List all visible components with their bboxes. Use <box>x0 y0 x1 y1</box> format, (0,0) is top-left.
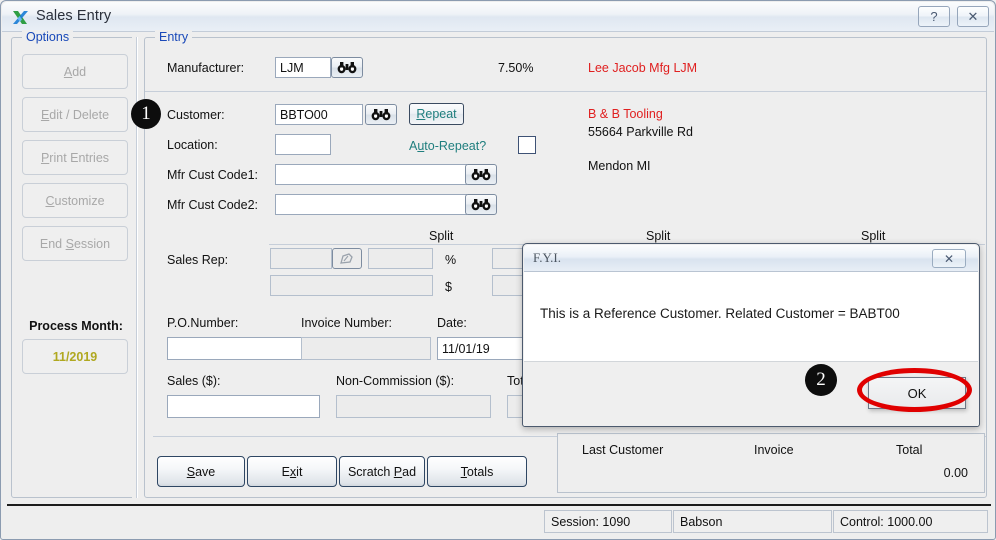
total-column-header: Total <box>896 443 923 457</box>
window-titlebar: Sales Entry ? ✕ <box>2 2 994 32</box>
scratch-pad-button-label: Scratch Pad <box>347 464 417 479</box>
po-number-label: P.O.Number: <box>167 316 239 330</box>
screenshot-root: Sales Entry ? ✕ Options Add Edit / Delet… <box>0 0 996 540</box>
auto-repeat-label: Auto-Repeat? <box>409 139 487 153</box>
customer-name: B & B Tooling <box>588 107 663 121</box>
sales-rep-1-split-amt-input[interactable] <box>270 275 433 296</box>
status-control: Control: 1000.00 <box>833 510 988 533</box>
status-user: Babson <box>673 510 832 533</box>
totals-button-label: Totals <box>460 464 494 479</box>
help-button[interactable]: ? <box>918 6 950 27</box>
po-number-input[interactable] <box>167 337 320 360</box>
manufacturer-name: Lee Jacob Mfg LJM <box>588 61 698 75</box>
fyi-dialog-title: F.Y.I. <box>533 250 561 265</box>
totals-button[interactable]: Totals <box>427 456 527 487</box>
exit-button[interactable]: Exit <box>247 456 337 487</box>
mfr-cust-code2-input[interactable] <box>275 194 467 215</box>
process-month-value[interactable]: 11/2019 <box>22 339 128 374</box>
add-button[interactable]: Add <box>22 54 128 89</box>
repeat-button-label: Repeat <box>416 107 457 121</box>
last-customer-panel: Last Customer Invoice Total 0.00 <box>557 433 985 493</box>
percent-symbol: % <box>445 253 457 267</box>
mfr-cust-code1-lookup-binoculars-icon[interactable] <box>465 164 497 185</box>
print-entries-button[interactable]: Print Entries <box>22 140 128 175</box>
manufacturer-lookup-binoculars-icon[interactable] <box>331 57 363 78</box>
print-entries-button-label: Print Entries <box>40 150 110 165</box>
mfr-cust-code1-input[interactable] <box>275 164 467 185</box>
x-logo-icon <box>11 8 30 27</box>
sales-rep-pencil-icon[interactable] <box>332 248 362 269</box>
split-label-3: Split <box>861 229 886 243</box>
customer-address: 55664 Parkville Rd <box>588 125 693 139</box>
split-label-1: Split <box>429 229 454 243</box>
customer-input[interactable] <box>275 104 363 125</box>
fyi-ok-button[interactable]: OK <box>868 377 966 409</box>
invoice-column-header: Invoice <box>754 443 794 457</box>
auto-repeat-checkbox[interactable] <box>518 136 536 154</box>
sales-input[interactable] <box>167 395 320 418</box>
process-month-label: Process Month: <box>29 319 123 333</box>
last-customer-column-header: Last Customer <box>582 443 664 457</box>
save-button[interactable]: Save <box>157 456 245 487</box>
fyi-dialog-body: This is a Reference Customer. Related Cu… <box>524 272 978 362</box>
help-icon: ? <box>930 9 938 24</box>
location-label: Location: <box>167 138 218 152</box>
customize-button[interactable]: Customize <box>22 183 128 218</box>
fyi-ok-button-label: OK <box>907 385 927 401</box>
sales-rep-1-split-pct-input[interactable] <box>368 248 433 269</box>
manufacturer-input[interactable] <box>275 57 331 78</box>
mfr-cust-code2-label: Mfr Cust Code2: <box>167 198 259 212</box>
customize-button-label: Customize <box>45 193 105 208</box>
section-divider-1 <box>145 91 986 92</box>
invoice-number-input[interactable] <box>301 337 431 360</box>
fyi-dialog-close-icon[interactable]: ✕ <box>932 249 966 268</box>
end-session-button[interactable]: End Session <box>22 226 128 261</box>
fyi-dialog-message: This is a Reference Customer. Related Cu… <box>540 306 900 321</box>
sales-entry-window: Sales Entry ? ✕ Options Add Edit / Delet… <box>0 0 996 540</box>
edit-delete-button-label: Edit / Delete <box>40 107 110 122</box>
add-button-label: Add <box>63 64 87 79</box>
sales-rep-1-input[interactable] <box>270 248 332 269</box>
date-label: Date: <box>437 316 467 330</box>
dollar-symbol: $ <box>445 280 452 294</box>
non-commission-label: Non-Commission ($): <box>336 374 455 388</box>
manufacturer-rate: 7.50% <box>498 61 534 75</box>
customer-lookup-binoculars-icon[interactable] <box>365 104 397 125</box>
mfr-cust-code1-label: Mfr Cust Code1: <box>167 168 259 182</box>
fyi-dialog: F.Y.I. ✕ This is a Reference Customer. R… <box>522 243 980 427</box>
close-icon: ✕ <box>967 8 979 24</box>
sales-label: Sales ($): <box>167 374 221 388</box>
edit-delete-button[interactable]: Edit / Delete <box>22 97 128 132</box>
manufacturer-label: Manufacturer: <box>167 61 245 75</box>
fyi-dialog-footer: OK <box>524 362 978 426</box>
customer-city-state: Mendon MI <box>588 159 651 173</box>
split-label-2: Split <box>646 229 671 243</box>
fyi-dialog-titlebar: F.Y.I. ✕ <box>524 245 978 272</box>
close-window-button[interactable]: ✕ <box>957 6 989 27</box>
entry-legend: Entry <box>155 30 193 44</box>
save-button-label: Save <box>186 464 216 479</box>
repeat-button[interactable]: Repeat <box>409 103 464 125</box>
last-total-value: 0.00 <box>943 466 968 480</box>
panel-splitter[interactable] <box>132 37 142 498</box>
customer-label: Customer: <box>167 108 225 122</box>
mfr-cust-code2-lookup-binoculars-icon[interactable] <box>465 194 497 215</box>
statusbar: Session: 1090 Babson Control: 1000.00 <box>7 504 991 534</box>
status-session: Session: 1090 <box>544 510 672 533</box>
exit-button-label: Exit <box>281 464 303 479</box>
invoice-number-label: Invoice Number: <box>301 316 393 330</box>
options-legend: Options <box>22 30 74 44</box>
sales-rep-label: Sales Rep: <box>167 253 229 267</box>
non-commission-input[interactable] <box>336 395 491 418</box>
end-session-button-label: End Session <box>39 236 111 251</box>
location-input[interactable] <box>275 134 331 155</box>
scratch-pad-button[interactable]: Scratch Pad <box>339 456 425 487</box>
window-title: Sales Entry <box>36 8 112 24</box>
